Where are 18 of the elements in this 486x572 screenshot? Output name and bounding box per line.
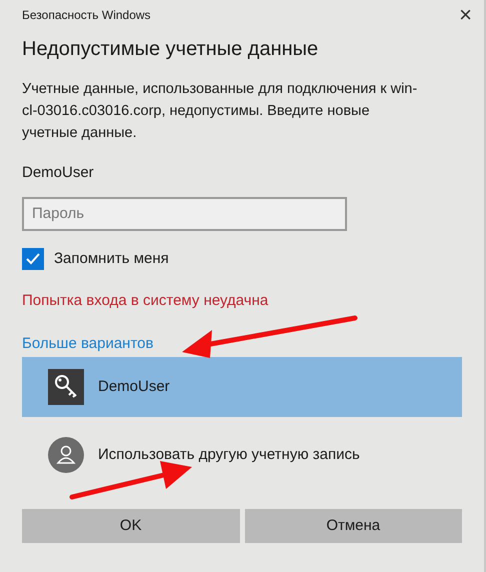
remember-checkbox[interactable] <box>22 248 44 270</box>
password-field[interactable]: Пароль <box>22 196 347 230</box>
close-button[interactable]: × <box>455 4 476 26</box>
error-message: Попытка входа в систему неудачна <box>22 291 270 311</box>
person-icon <box>48 437 84 473</box>
dialog-button[interactable]: Отмена <box>244 509 462 543</box>
account-option[interactable]: Использовать другую учетную запись <box>22 425 462 485</box>
account-label: Использовать другую учетную запись <box>98 444 360 465</box>
remember-label: Запомнить меня <box>54 248 169 268</box>
dialog-button[interactable]: OK <box>22 509 240 543</box>
username-label: DemoUser <box>22 163 95 183</box>
account-label: DemoUser <box>98 376 170 397</box>
account-option[interactable]: DemoUser <box>22 357 462 417</box>
message-text: Учетные данные, использованные для подключения к win-cl-03016.c03016.corp, недопустимы. Введите новые учетные данные. <box>22 80 418 143</box>
key-icon <box>48 369 84 405</box>
dialog-heading: Недопустимые учетные данные <box>22 37 320 62</box>
window-title: Безопасность Windows <box>22 7 151 24</box>
checkmark-icon <box>25 250 41 267</box>
